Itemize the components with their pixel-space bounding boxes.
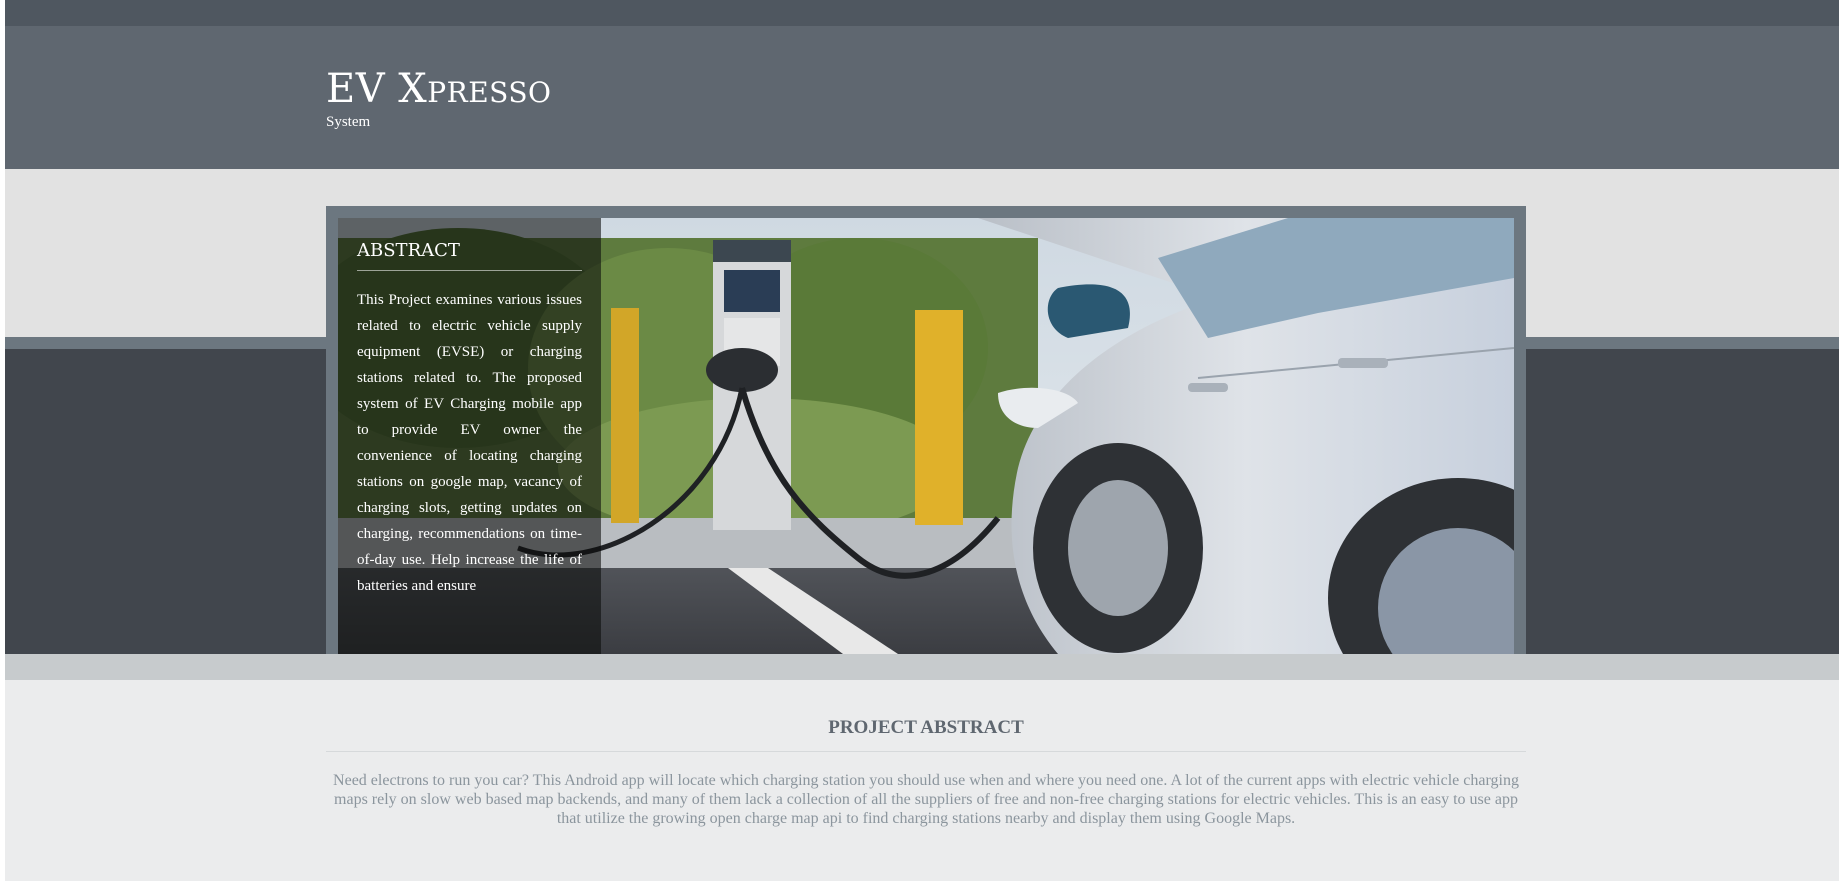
page: EV Xpresso System ABSTRACT This Project … <box>5 0 1839 881</box>
abstract-text: This Project examines various issues rel… <box>357 292 582 594</box>
hero-inner: ABSTRACT This Project examines various i… <box>338 218 1514 654</box>
abstract-panel: ABSTRACT This Project examines various i… <box>338 218 601 654</box>
project-abstract-title: PROJECT ABSTRACT <box>828 717 1024 738</box>
site-subtitle: System <box>326 114 371 130</box>
background-band-grey <box>5 654 1839 680</box>
site-header: EV Xpresso System <box>5 26 1839 169</box>
hero-banner: ABSTRACT This Project examines various i… <box>326 206 1526 654</box>
abstract-heading: ABSTRACT <box>357 240 582 271</box>
site-title[interactable]: EV Xpresso <box>326 66 551 112</box>
section-divider <box>326 751 1526 752</box>
project-abstract-body: Need electrons to run you car? This Andr… <box>333 772 1519 827</box>
top-bar <box>5 0 1839 26</box>
